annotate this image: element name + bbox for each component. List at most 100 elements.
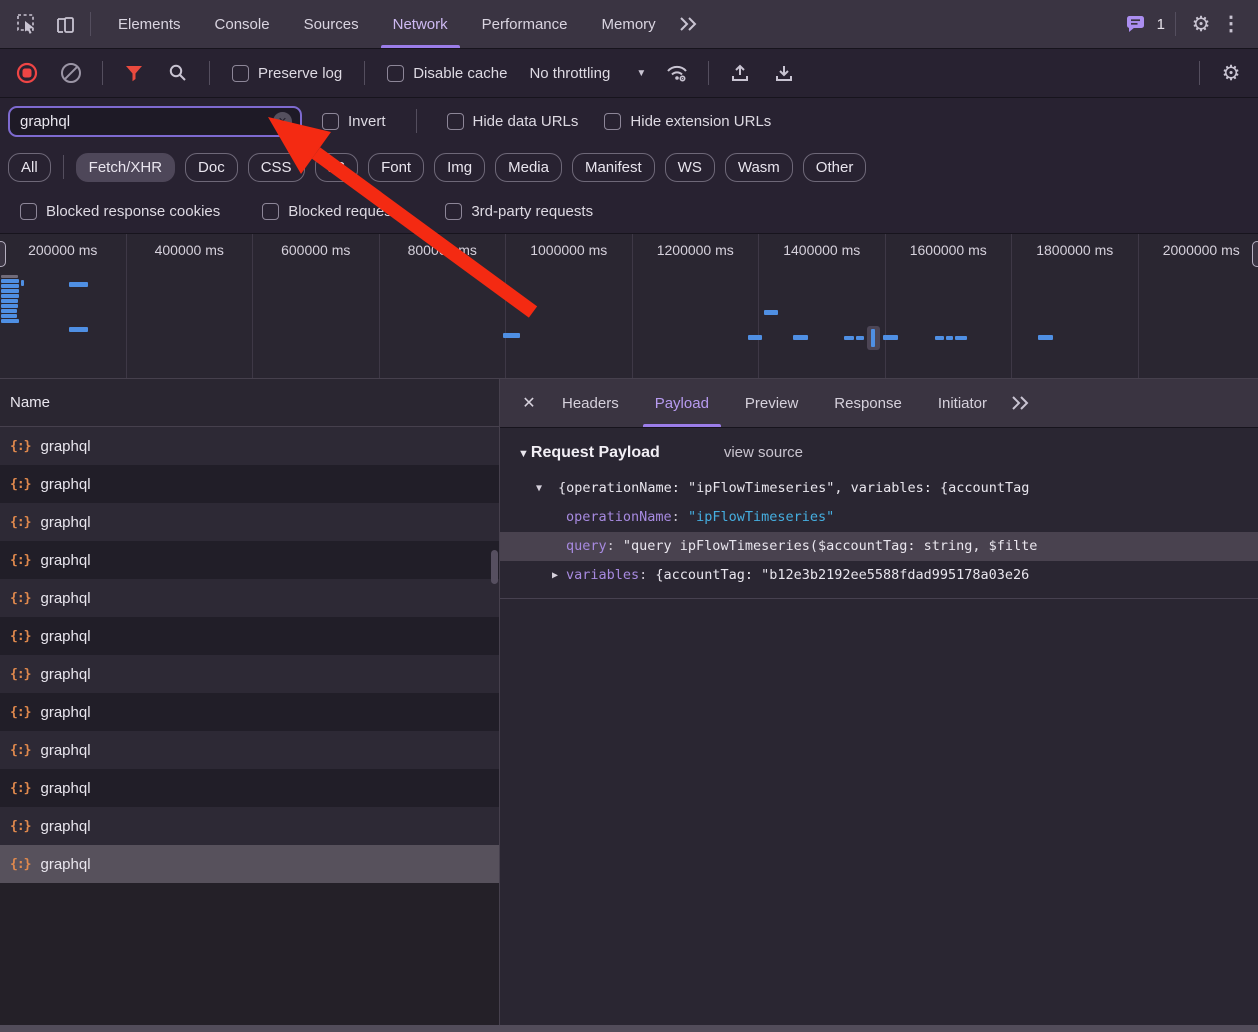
third-party-requests-checkbox[interactable] bbox=[445, 203, 462, 220]
chip-other[interactable]: Other bbox=[803, 153, 867, 182]
name-column-header[interactable]: Name bbox=[0, 379, 499, 427]
hide-data-urls-control[interactable]: Hide data URLs bbox=[447, 113, 579, 130]
blocked-cookies-checkbox[interactable] bbox=[20, 203, 37, 220]
network-conditions-icon[interactable] bbox=[662, 58, 692, 88]
tab-response[interactable]: Response bbox=[834, 379, 902, 427]
divider bbox=[90, 12, 91, 36]
request-row[interactable]: {:}graphql bbox=[0, 427, 499, 465]
collapse-triangle-icon[interactable]: ▼ bbox=[518, 448, 529, 460]
blocked-cookies-control[interactable]: Blocked response cookies bbox=[20, 203, 220, 220]
chip-media[interactable]: Media bbox=[495, 153, 562, 182]
hide-extension-urls-checkbox[interactable] bbox=[604, 113, 621, 130]
device-toolbar-icon[interactable] bbox=[50, 9, 80, 39]
tab-preview[interactable]: Preview bbox=[745, 379, 798, 427]
chip-img[interactable]: Img bbox=[434, 153, 485, 182]
request-row-selected[interactable]: {:}graphql bbox=[0, 845, 499, 883]
blocked-requests-checkbox[interactable] bbox=[262, 203, 279, 220]
timeline-bar bbox=[1, 309, 17, 313]
chip-fetch-xhr[interactable]: Fetch/XHR bbox=[76, 153, 175, 182]
timeline-bar bbox=[1, 304, 18, 308]
close-details-icon[interactable]: ✕ bbox=[514, 388, 544, 418]
search-icon[interactable] bbox=[163, 58, 193, 88]
more-detail-tabs-icon[interactable] bbox=[1005, 388, 1035, 418]
request-row[interactable]: {:}graphql bbox=[0, 541, 499, 579]
export-har-icon[interactable] bbox=[769, 58, 799, 88]
request-row[interactable]: {:}graphql bbox=[0, 731, 499, 769]
tab-memory[interactable]: Memory bbox=[602, 0, 656, 48]
timeline-bar bbox=[1038, 335, 1053, 340]
devtools-tabbar: Elements Console Sources Network Perform… bbox=[0, 0, 1258, 49]
chip-css[interactable]: CSS bbox=[248, 153, 305, 182]
scrollbar-thumb[interactable] bbox=[491, 550, 498, 584]
json-icon: {:} bbox=[10, 629, 30, 644]
clear-filter-icon[interactable]: ✕ bbox=[273, 112, 292, 131]
payload-operation-row[interactable]: operationName: "ipFlowTimeseries" bbox=[500, 503, 1258, 532]
tab-elements[interactable]: Elements bbox=[118, 0, 181, 48]
tab-headers[interactable]: Headers bbox=[562, 379, 619, 427]
main-menu-dots-icon[interactable]: ⋮ bbox=[1216, 9, 1246, 39]
chip-wasm[interactable]: Wasm bbox=[725, 153, 793, 182]
invert-checkbox[interactable] bbox=[322, 113, 339, 130]
preserve-log-checkbox[interactable] bbox=[232, 65, 249, 82]
payload-root-row[interactable]: ▼ {operationName: "ipFlowTimeseries", va… bbox=[500, 474, 1258, 503]
timeline-right-handle[interactable] bbox=[1252, 241, 1258, 267]
issues-count[interactable]: 1 bbox=[1157, 16, 1165, 33]
network-overview-timeline[interactable]: 200000 ms 400000 ms 600000 ms 800000 ms … bbox=[0, 234, 1258, 379]
throttling-dropdown[interactable]: No throttling ▼ bbox=[529, 65, 646, 82]
request-list: {:}graphql {:}graphql {:}graphql {:}grap… bbox=[0, 427, 499, 1025]
tab-performance[interactable]: Performance bbox=[482, 0, 568, 48]
request-name: graphql bbox=[40, 476, 90, 493]
preserve-log-control[interactable]: Preserve log bbox=[232, 65, 342, 82]
request-row[interactable]: {:}graphql bbox=[0, 617, 499, 655]
payload-key: operationName bbox=[566, 509, 672, 525]
json-icon: {:} bbox=[10, 477, 30, 492]
issues-message-icon[interactable] bbox=[1121, 9, 1151, 39]
payload-variables-row[interactable]: ▶ variables: {accountTag: "b12e3b2192ee5… bbox=[500, 561, 1258, 590]
tab-sources[interactable]: Sources bbox=[304, 0, 359, 48]
tab-console[interactable]: Console bbox=[215, 0, 270, 48]
window-bottom-scrollbar[interactable] bbox=[0, 1025, 1258, 1032]
chip-js[interactable]: JS bbox=[315, 153, 359, 182]
request-row[interactable]: {:}graphql bbox=[0, 655, 499, 693]
expand-triangle-icon[interactable]: ▼ bbox=[536, 474, 542, 503]
filter-input-box[interactable]: ✕ bbox=[8, 106, 302, 137]
view-source-link[interactable]: view source bbox=[724, 444, 803, 461]
tab-network[interactable]: Network bbox=[393, 0, 448, 48]
network-settings-gear-icon[interactable]: ⚙ bbox=[1216, 58, 1246, 88]
request-row[interactable]: {:} graphql bbox=[0, 465, 499, 503]
request-row[interactable]: {:}graphql bbox=[0, 769, 499, 807]
more-tabs-icon[interactable] bbox=[673, 9, 703, 39]
request-row[interactable]: {:}graphql bbox=[0, 579, 499, 617]
chip-all[interactable]: All bbox=[8, 153, 51, 182]
tab-payload[interactable]: Payload bbox=[655, 379, 709, 427]
record-network-log-icon[interactable] bbox=[12, 58, 42, 88]
filter-funnel-icon[interactable] bbox=[119, 58, 149, 88]
tab-initiator[interactable]: Initiator bbox=[938, 379, 987, 427]
settings-gear-icon[interactable]: ⚙ bbox=[1186, 9, 1216, 39]
request-row[interactable]: {:}graphql bbox=[0, 693, 499, 731]
disable-cache-control[interactable]: Disable cache bbox=[387, 65, 507, 82]
chip-font[interactable]: Font bbox=[368, 153, 424, 182]
request-row[interactable]: {:}graphql bbox=[0, 503, 499, 541]
json-icon: {:} bbox=[10, 705, 30, 720]
filter-input[interactable] bbox=[18, 112, 273, 131]
clear-network-log-icon[interactable] bbox=[56, 58, 86, 88]
timeline-left-handle[interactable] bbox=[0, 241, 6, 267]
request-list-scrollbar[interactable] bbox=[491, 428, 498, 1025]
blocked-requests-control[interactable]: Blocked requests bbox=[262, 203, 403, 220]
chip-doc[interactable]: Doc bbox=[185, 153, 238, 182]
payload-query-row[interactable]: query: "query ipFlowTimeseries($accountT… bbox=[500, 532, 1258, 561]
hide-data-urls-checkbox[interactable] bbox=[447, 113, 464, 130]
import-har-icon[interactable] bbox=[725, 58, 755, 88]
hide-extension-urls-control[interactable]: Hide extension URLs bbox=[604, 113, 771, 130]
chip-manifest[interactable]: Manifest bbox=[572, 153, 655, 182]
expand-triangle-icon[interactable]: ▶ bbox=[552, 561, 558, 590]
timeline-bar bbox=[844, 336, 854, 340]
chip-ws[interactable]: WS bbox=[665, 153, 715, 182]
third-party-requests-control[interactable]: 3rd-party requests bbox=[445, 203, 593, 220]
invert-control[interactable]: Invert bbox=[322, 113, 386, 130]
request-row[interactable]: {:}graphql bbox=[0, 807, 499, 845]
inspect-element-icon[interactable] bbox=[12, 9, 42, 39]
timeline-bar bbox=[883, 335, 898, 340]
disable-cache-checkbox[interactable] bbox=[387, 65, 404, 82]
